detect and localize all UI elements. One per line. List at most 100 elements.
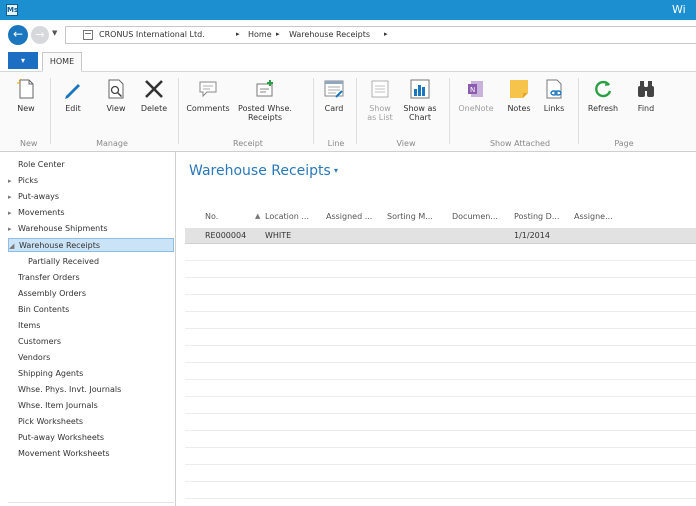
group-separator (449, 78, 450, 144)
sort-ascending-icon: ▲ (255, 212, 261, 220)
sidebar-item-items[interactable]: Items (8, 319, 174, 333)
cell-posting-date: 1/1/2014 (514, 231, 550, 240)
history-dropdown-icon[interactable]: ▼ (52, 29, 60, 37)
link-icon (546, 79, 562, 99)
card-button[interactable]: Card (322, 78, 346, 113)
sidebar-item-bin-contents[interactable]: Bin Contents (8, 303, 174, 317)
sidebar-item-transfer-orders[interactable]: Transfer Orders (8, 271, 174, 285)
table-row[interactable]: RE000004 WHITE 1/1/2014 (185, 228, 696, 244)
group-separator (313, 78, 314, 144)
sidebar-item-partially-received[interactable]: Partially Received (8, 255, 174, 269)
group-label-show-attached: Show Attached (489, 139, 551, 148)
chart-icon (410, 79, 430, 99)
onenote-icon: N (468, 81, 483, 97)
group-separator (50, 78, 51, 144)
group-label-view: View (396, 139, 416, 148)
show-as-list-button[interactable]: Show as List (366, 78, 394, 122)
sidebar-item-put-aways[interactable]: ▸ Put-aways (8, 190, 174, 204)
expand-arrow-icon[interactable]: ▸ (8, 190, 16, 204)
empty-row (185, 364, 696, 380)
binoculars-icon (638, 81, 654, 97)
group-label-receipt: Receipt (233, 139, 263, 148)
breadcrumb-separator[interactable]: ▸ (236, 30, 240, 38)
delete-button[interactable]: Delete (139, 78, 169, 113)
view-button[interactable]: View (103, 78, 129, 113)
breadcrumb-home[interactable]: Home (248, 30, 272, 39)
sidebar-item-whse-item-journals[interactable]: Whse. Item Journals (8, 399, 174, 413)
posted-whse-receipts-button[interactable]: Posted Whse. Receipts (237, 78, 293, 122)
view-document-icon (108, 79, 124, 99)
refresh-icon (595, 80, 612, 98)
group-separator (578, 78, 579, 144)
tab-home[interactable]: HOME (42, 52, 82, 72)
note-icon (510, 80, 528, 98)
window-title: Wi (672, 3, 686, 16)
sidebar-item-movements[interactable]: ▸ Movements (8, 206, 174, 220)
links-button[interactable]: Links (541, 78, 567, 113)
forward-button[interactable]: → (31, 26, 49, 44)
sidebar-item-shipping-agents[interactable]: Shipping Agents (8, 367, 174, 381)
find-button[interactable]: Find (634, 78, 658, 113)
breadcrumb-company[interactable]: CRONUS International Ltd. (99, 30, 205, 39)
breadcrumb-separator[interactable]: ▸ (276, 30, 280, 38)
list-icon (371, 80, 389, 98)
group-separator (356, 78, 357, 144)
sidebar-item-role-center[interactable]: Role Center (8, 158, 174, 172)
sidebar-item-movement-worksheets[interactable]: Movement Worksheets (8, 447, 174, 461)
edit-button[interactable]: Edit (62, 78, 84, 113)
sidebar-item-whse-phys-invt-journals[interactable]: Whse. Phys. Invt. Journals (8, 383, 174, 397)
new-document-icon (17, 78, 34, 99)
column-header-assignee[interactable]: Assigne... (574, 212, 613, 221)
empty-row (185, 466, 696, 482)
column-header-document[interactable]: Documen... (452, 212, 498, 221)
empty-row (185, 313, 696, 329)
sidebar-item-put-away-worksheets[interactable]: Put-away Worksheets (8, 431, 174, 445)
back-button[interactable]: ← (8, 25, 28, 45)
expand-arrow-icon[interactable]: ▸ (8, 222, 16, 236)
svg-text:N: N (470, 86, 475, 94)
sidebar-item-picks[interactable]: ▸ Picks (8, 174, 174, 188)
collapse-arrow-icon[interactable]: ◢ (9, 239, 17, 253)
empty-row (185, 296, 696, 312)
expand-arrow-icon[interactable]: ▸ (8, 206, 16, 220)
sidebar-item-vendors[interactable]: Vendors (8, 351, 174, 365)
sidebar-item-assembly-orders[interactable]: Assembly Orders (8, 287, 174, 301)
group-label-line: Line (327, 139, 345, 148)
group-label-page: Page (614, 139, 634, 148)
ribbon: New Edit View Delete Comments Posted Whs… (0, 72, 696, 152)
title-dropdown-icon[interactable]: ▾ (334, 166, 338, 175)
comments-button[interactable]: Comments (186, 78, 230, 113)
group-label-new: New (20, 139, 38, 148)
address-bar: ← → ▼ CRONUS International Ltd. ▸ Home ▸… (0, 20, 696, 50)
application-menu-button[interactable]: ▾ (8, 52, 38, 69)
empty-row (185, 415, 696, 431)
page-title: Warehouse Receipts (189, 163, 331, 179)
show-as-chart-button[interactable]: Show as Chart (400, 78, 440, 122)
address-field[interactable]: CRONUS International Ltd. ▸ Home ▸ Wareh… (65, 26, 696, 44)
empty-row (185, 347, 696, 363)
sidebar-item-warehouse-receipts[interactable]: ◢ Warehouse Receipts (8, 238, 174, 252)
expand-arrow-icon[interactable]: ▸ (8, 174, 16, 188)
new-button[interactable]: New (14, 78, 38, 113)
empty-row (185, 245, 696, 261)
notes-button[interactable]: Notes (505, 78, 533, 113)
empty-row (185, 432, 696, 448)
column-header-posting-date[interactable]: Posting D... (514, 212, 559, 221)
breadcrumb-separator[interactable]: ▸ (384, 30, 388, 38)
cell-location: WHITE (265, 231, 292, 240)
column-header-location[interactable]: Location ... (265, 212, 309, 221)
navigation-pane: Role Center ▸ Picks ▸ Put-aways ▸ Movements… (8, 152, 176, 506)
breadcrumb-warehouse-receipts[interactable]: Warehouse Receipts (289, 30, 370, 39)
app-icon[interactable]: Ms (6, 4, 18, 16)
onenote-button[interactable]: N OneNote (457, 78, 495, 113)
group-label-manage: Manage (96, 139, 128, 148)
refresh-button[interactable]: Refresh (586, 78, 620, 113)
sidebar-item-customers[interactable]: Customers (8, 335, 174, 349)
column-header-no[interactable]: No. (205, 212, 218, 221)
sidebar-item-pick-worksheets[interactable]: Pick Worksheets (8, 415, 174, 429)
sidebar-item-warehouse-shipments[interactable]: ▸ Warehouse Shipments (8, 222, 174, 236)
title-bar: Ms Wi (0, 0, 696, 20)
column-header-sorting-method[interactable]: Sorting M... (387, 212, 433, 221)
column-header-assigned[interactable]: Assigned ... (326, 212, 372, 221)
group-separator (178, 78, 179, 144)
